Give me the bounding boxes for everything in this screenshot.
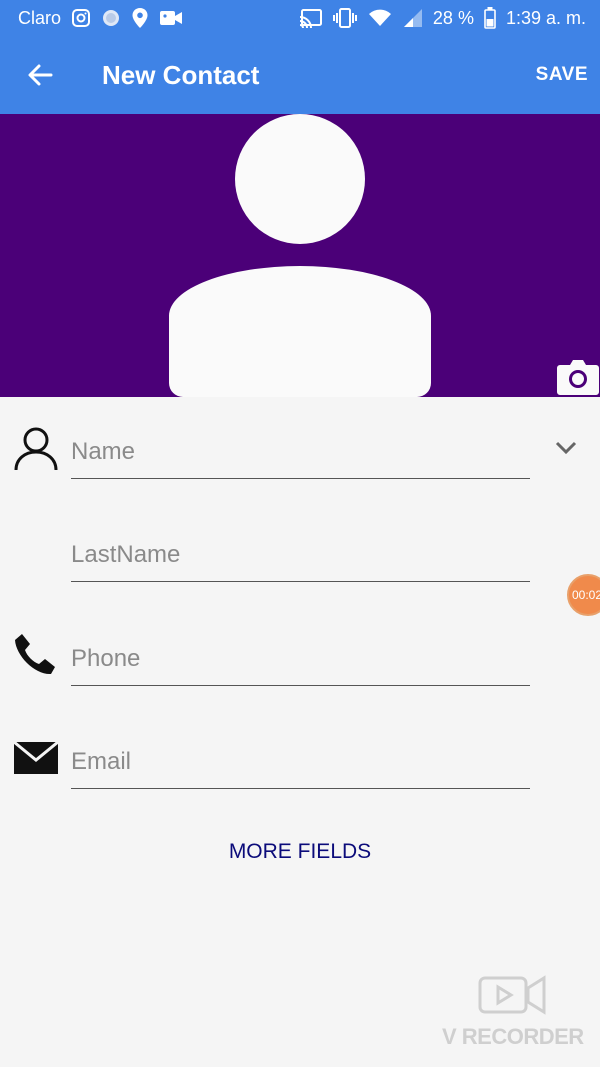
battery-percent: 28 % [432, 7, 474, 28]
lastname-field[interactable] [71, 536, 530, 582]
more-fields-button[interactable]: MORE FIELDS [0, 840, 600, 864]
wifi-icon [367, 8, 393, 28]
back-button[interactable] [20, 55, 60, 95]
phone-field[interactable] [71, 640, 530, 686]
chevron-down-icon [555, 441, 577, 455]
status-bar: Claro 28 % 1:39 a. m. [0, 0, 600, 36]
expand-name-button[interactable] [548, 430, 584, 466]
phone-row [0, 627, 600, 697]
signal-icon [403, 8, 423, 28]
recorder-timer: 00:02 [572, 588, 600, 602]
lastname-row [0, 523, 600, 593]
camera-button[interactable] [556, 359, 600, 395]
app-notification-icon [101, 8, 121, 28]
recorder-timer-badge[interactable]: 00:02 [567, 574, 600, 616]
name-field[interactable] [71, 433, 530, 479]
location-icon [131, 7, 149, 29]
save-button[interactable]: SAVE [536, 64, 588, 86]
instagram-icon [71, 8, 91, 28]
clock: 1:39 a. m. [505, 7, 586, 28]
email-row [0, 730, 600, 800]
name-row [0, 420, 600, 490]
video-camera-icon [159, 9, 183, 27]
avatar-body [169, 266, 431, 397]
envelope-icon [12, 734, 60, 782]
cast-icon [299, 8, 323, 28]
person-icon [12, 424, 60, 472]
watermark-label: V RECORDER [442, 1024, 584, 1049]
phone-icon [12, 631, 60, 679]
contact-photo-area[interactable] [0, 114, 600, 397]
recorder-logo-icon [478, 975, 546, 1015]
vibrate-icon [332, 7, 357, 29]
battery-icon [484, 7, 496, 29]
camera-icon [557, 360, 599, 395]
avatar-head [235, 114, 365, 244]
arrow-left-icon [28, 64, 53, 86]
recorder-watermark: V RECORDER [442, 970, 587, 1050]
carrier-label: Claro [18, 7, 62, 28]
app-bar: New Contact SAVE [0, 36, 600, 114]
page-title: New Contact [102, 59, 260, 90]
email-field[interactable] [71, 743, 530, 789]
